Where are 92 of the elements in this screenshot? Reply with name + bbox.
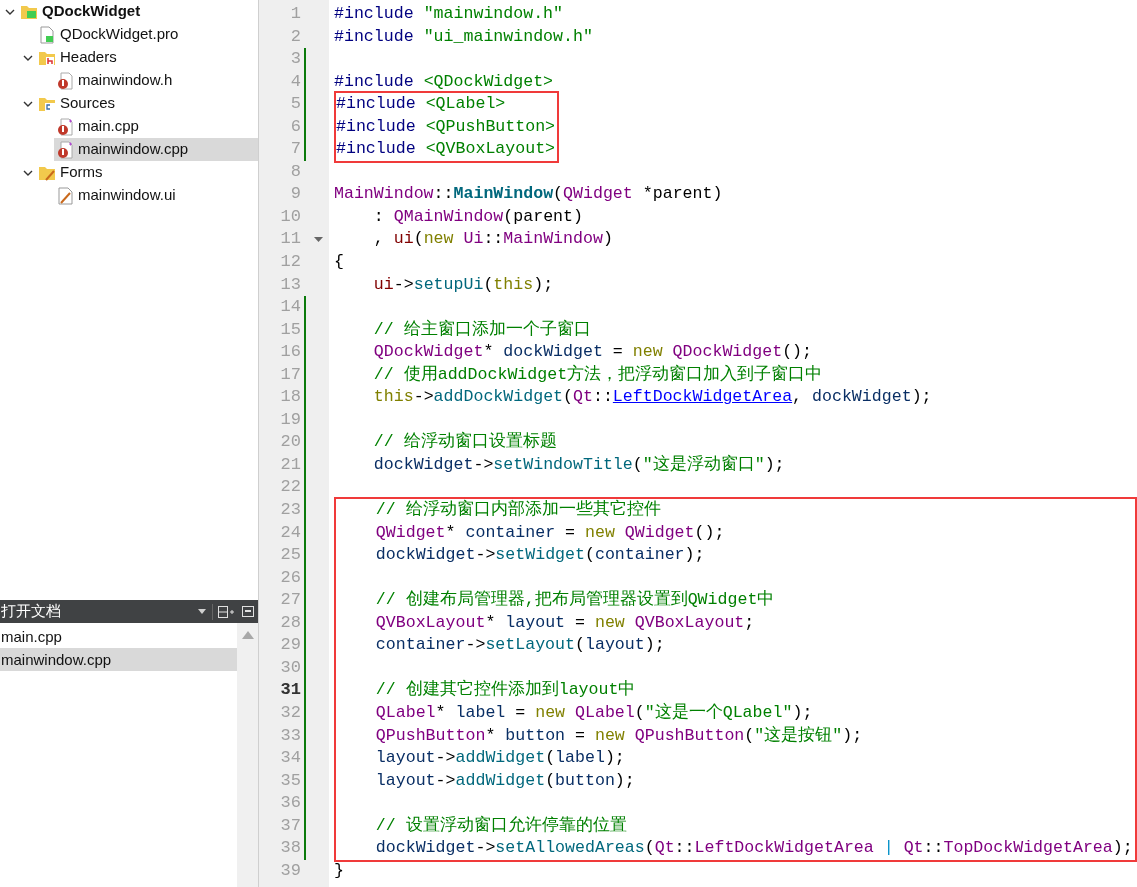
code-line: ui->setupUi(this); xyxy=(372,274,554,294)
line-number: 16 xyxy=(279,341,301,364)
code-line: // 给浮动窗口设置标题 xyxy=(372,432,557,452)
tree-item[interactable]: mainwindow.h xyxy=(54,69,258,92)
code-line: QLabel* label = new QLabel("这是一个QLabel"); xyxy=(374,702,813,722)
line-number: 34 xyxy=(279,747,301,770)
line-number: 30 xyxy=(279,656,301,679)
header-file-icon xyxy=(56,71,74,90)
line-number: 18 xyxy=(279,386,301,409)
line-number: 32 xyxy=(279,701,301,724)
line-number: 1 xyxy=(289,3,301,25)
line-number: 38 xyxy=(279,837,301,860)
line-number: 6 xyxy=(289,115,301,138)
project-file-icon xyxy=(38,25,56,44)
line-number: 26 xyxy=(279,566,301,589)
line-number: 15 xyxy=(279,318,301,341)
code-line: QWidget* container = new QWidget(); xyxy=(374,522,725,542)
line-number: 14 xyxy=(279,296,301,319)
line-number: 36 xyxy=(279,792,301,815)
line-number: 19 xyxy=(279,408,301,431)
tree-item[interactable]: mainwindow.ui xyxy=(54,184,258,207)
tree-item[interactable]: Sources xyxy=(36,92,258,115)
code-line: container->setLayout(layout); xyxy=(374,635,665,655)
line-number: 8 xyxy=(289,160,301,183)
tree-item[interactable]: Forms xyxy=(36,161,258,184)
document-item[interactable]: mainwindow.cpp xyxy=(0,648,237,671)
dropdown-caret-icon[interactable] xyxy=(198,609,206,614)
code-line: : QMainWindow(parent) xyxy=(372,206,583,226)
code-line: QDockWidget* dockWidget = new QDockWidget(); xyxy=(372,342,812,362)
line-number: 37 xyxy=(279,814,301,837)
code-line: dockWidget->setWindowTitle("这是浮动窗口"); xyxy=(372,454,785,474)
line-number: 35 xyxy=(279,769,301,792)
document-item[interactable]: main.cpp xyxy=(0,625,237,648)
code-line: } xyxy=(334,860,344,880)
form-file-icon xyxy=(56,186,74,205)
line-number: 4 xyxy=(289,70,301,93)
code-line: dockWidget->setAllowedAreas(Qt::LeftDockWidgetArea | Qt::TopDockWidgetArea); xyxy=(374,838,1133,858)
line-number: 22 xyxy=(279,476,301,499)
line-number: 31 xyxy=(279,679,301,702)
source-file-icon xyxy=(56,140,74,159)
code-line: #include <QVBoxLayout> xyxy=(336,139,556,159)
code-line: layout->addWidget(label); xyxy=(374,748,625,768)
fold-arrow-icon[interactable] xyxy=(314,237,323,243)
code-line: this->addDockWidget(Qt::LeftDockWidgetArea, dockWidget); xyxy=(372,387,932,407)
code-line: QPushButton* button = new QPushButton("这是按钮"); xyxy=(374,725,863,745)
code-line: QVBoxLayout* layout = new QVBoxLayout; xyxy=(374,612,755,632)
code-line: #include <QPushButton> xyxy=(336,116,556,136)
code-line: #include "ui_mainwindow.h" xyxy=(334,26,593,46)
code-line: layout->addWidget(button); xyxy=(374,770,635,790)
line-number: 7 xyxy=(289,138,301,161)
line-number: 20 xyxy=(279,431,301,454)
line-number: 9 xyxy=(289,183,301,206)
line-number: 12 xyxy=(279,251,301,273)
line-number: 2 xyxy=(289,25,301,48)
close-panel-icon[interactable] xyxy=(242,606,254,617)
line-number: 24 xyxy=(279,521,301,544)
code-line: MainWindow::MainWindow(QWidget *parent) xyxy=(334,184,723,204)
code-line: // 给浮动窗口内部添加一些其它控件 xyxy=(374,500,661,520)
line-number: 11 xyxy=(279,228,301,251)
tree-item[interactable]: QDockWidget.pro xyxy=(36,23,258,46)
tree-item[interactable]: QDockWidget xyxy=(18,0,258,23)
line-number: 27 xyxy=(279,589,301,612)
code-line: #include <QLabel> xyxy=(336,94,506,114)
code-line: // 设置浮动窗口允许停靠的位置 xyxy=(374,815,627,835)
line-number: 33 xyxy=(279,724,301,747)
code-line: #include "mainwindow.h" xyxy=(334,4,564,23)
code-line: #include <QDockWidget> xyxy=(334,71,554,91)
line-number: 28 xyxy=(279,611,301,634)
panel-title: 打开文档 xyxy=(0,601,62,622)
line-number: 25 xyxy=(279,544,301,567)
line-number: 17 xyxy=(279,363,301,386)
code-line: { xyxy=(334,252,344,271)
line-number: 10 xyxy=(279,205,301,228)
code-line: // 给主窗口添加一个子窗口 xyxy=(372,319,591,339)
tree-item[interactable]: main.cpp xyxy=(54,115,258,138)
line-number: 23 xyxy=(279,499,301,522)
line-number: 29 xyxy=(279,634,301,657)
tree-item[interactable]: mainwindow.cpp xyxy=(54,138,258,161)
line-number: 39 xyxy=(279,859,301,882)
tree-item[interactable]: Headers xyxy=(36,46,258,69)
code-line: // 创建布局管理器,把布局管理器设置到QWidget中 xyxy=(374,590,775,610)
line-number: 21 xyxy=(279,453,301,476)
scrollbar[interactable] xyxy=(237,623,258,887)
split-icon[interactable] xyxy=(218,605,234,618)
code-line: , ui(new Ui::MainWindow) xyxy=(372,229,613,249)
code-line: // 创建其它控件添加到layout中 xyxy=(374,680,636,700)
line-number: 13 xyxy=(279,273,301,296)
source-file-icon xyxy=(56,117,74,136)
line-number: 3 xyxy=(289,48,301,71)
code-line: // 使用addDockWidget方法，把浮动窗口加入到子窗口中 xyxy=(372,364,823,384)
line-number: 5 xyxy=(289,93,301,116)
code-line: dockWidget->setWidget(container); xyxy=(374,545,705,565)
